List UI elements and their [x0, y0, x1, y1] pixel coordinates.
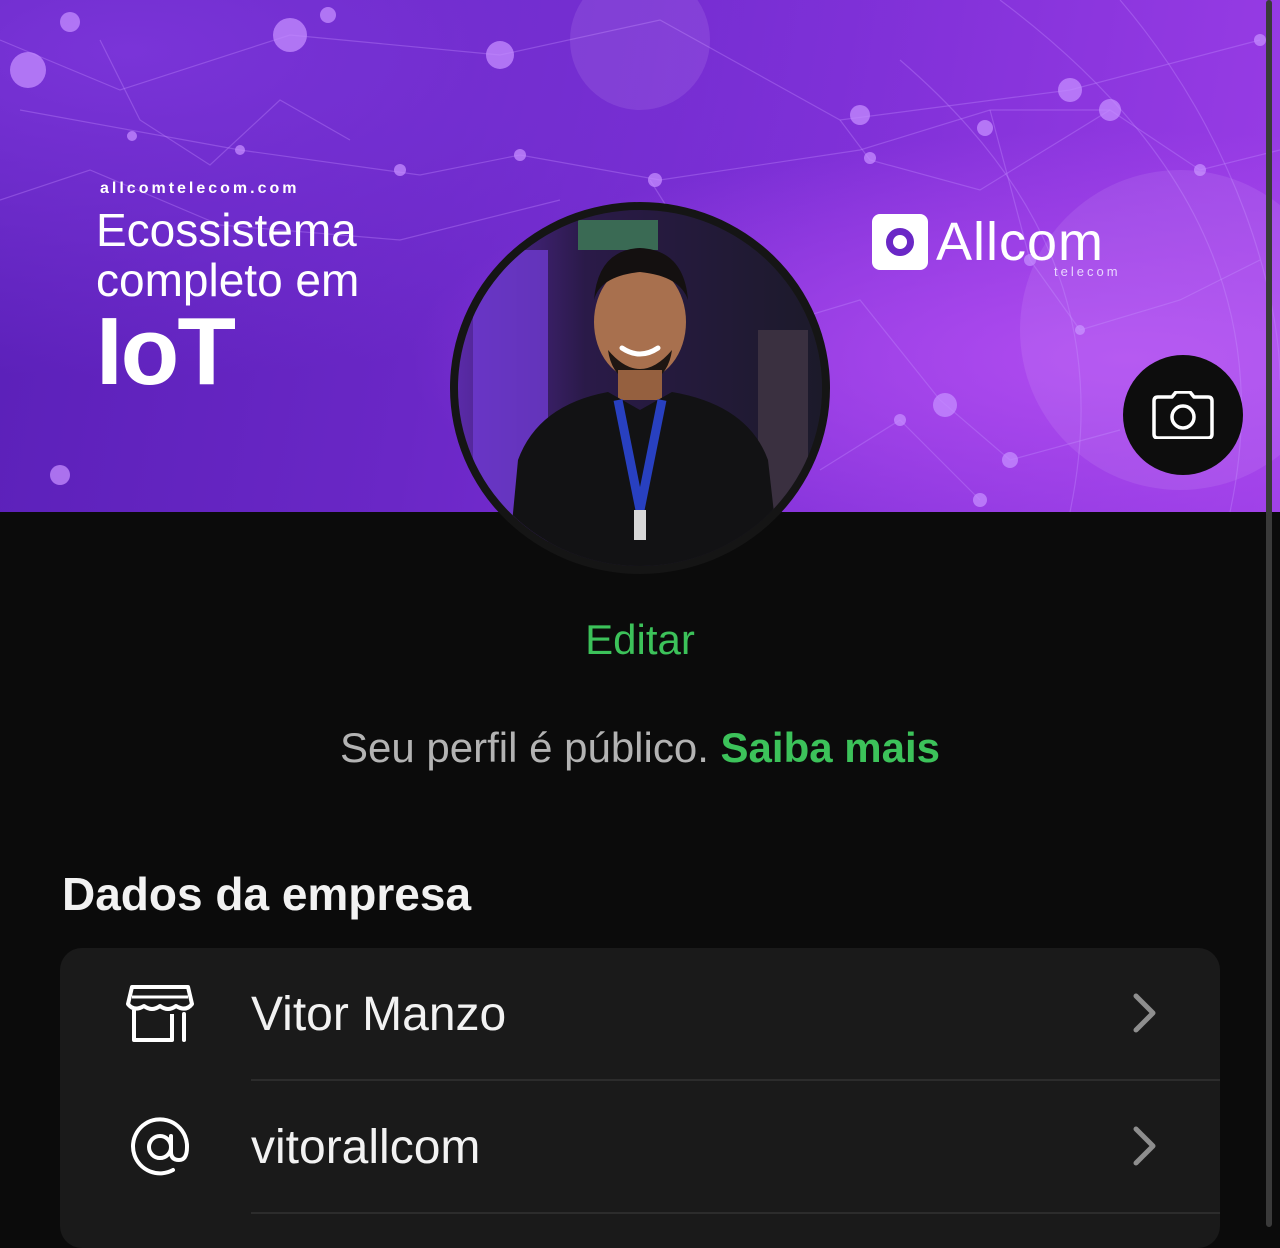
edit-profile-link[interactable]: Editar — [0, 614, 1280, 666]
brand-subtitle: telecom — [1054, 264, 1121, 279]
business-name-row[interactable]: Vitor Manzo — [60, 948, 1220, 1080]
storefront-icon — [120, 978, 200, 1050]
business-name-label: Vitor Manzo — [251, 988, 507, 1041]
at-sign-icon — [120, 1111, 200, 1183]
cover-headline-big: IoT — [96, 298, 236, 405]
camera-icon — [1152, 391, 1214, 439]
username-label: vitorallcom — [251, 1121, 481, 1174]
learn-more-link[interactable]: Saiba mais — [721, 724, 940, 771]
chevron-right-icon — [1133, 1126, 1156, 1166]
cover-headline-1: Ecossistema — [96, 204, 357, 256]
row-divider — [251, 1212, 1220, 1214]
brand-mark-icon — [872, 214, 928, 270]
username-row[interactable]: vitorallcom — [60, 1081, 1220, 1213]
cover-website: allcomtelecom.com — [100, 180, 300, 197]
public-profile-text: Seu perfil é público. — [339, 724, 709, 771]
business-info-card: Vitor Manzo vitorallcom — [60, 948, 1220, 1248]
public-profile-notice: Seu perfil é público. Saiba mais — [0, 722, 1280, 774]
profile-photo — [458, 210, 822, 566]
section-title: Dados da empresa — [62, 868, 472, 920]
chevron-right-icon — [1133, 993, 1156, 1033]
change-cover-button[interactable] — [1123, 355, 1243, 475]
scrollbar[interactable] — [1266, 0, 1272, 1227]
profile-avatar[interactable] — [450, 202, 830, 574]
brand-name: Allcom — [936, 212, 1105, 272]
